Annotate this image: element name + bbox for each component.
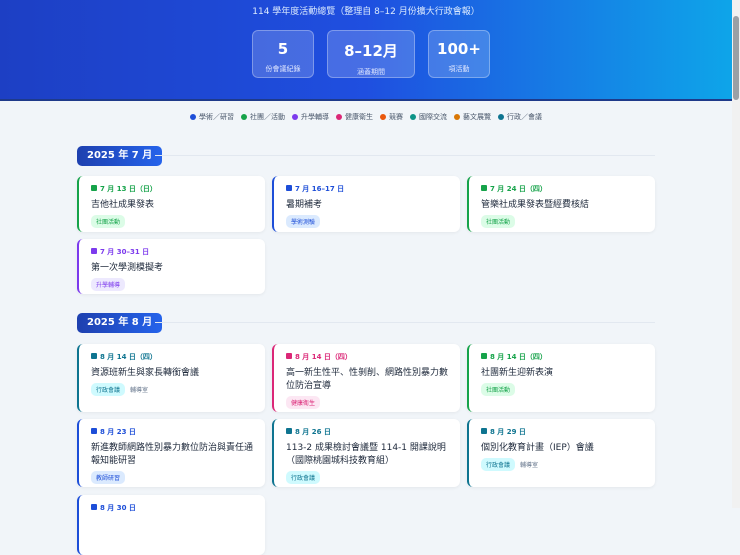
legend-label: 社團／活動 (250, 113, 285, 121)
calendar-icon (286, 428, 292, 434)
calendar-icon (91, 248, 97, 254)
category-tag: 行政會議 (286, 471, 321, 484)
page-title: 114 學年度活動總覽（整理自 8–12 月份擴大行政會報） (252, 7, 480, 17)
divider (155, 322, 655, 323)
stat-card: 8–12月涵蓋期間 (327, 30, 415, 78)
legend-dot-icon (336, 114, 342, 120)
event-date: 8 月 14 日（四） (100, 353, 157, 361)
legend-item: 行政／會議 (498, 112, 542, 122)
calendar-icon (91, 504, 97, 510)
event-date: 8 月 29 日 (490, 428, 526, 436)
legend-item: 競賽 (380, 112, 403, 122)
calendar-icon (481, 428, 487, 434)
event-title: 暑期補考 (286, 200, 323, 210)
event-date: 7 月 13 日（日） (100, 185, 157, 193)
stat-card: 100+ 項活動 (428, 30, 490, 78)
category-tag: 社團活動 (481, 215, 516, 228)
event-title: 第一次學測模擬考 (91, 263, 164, 273)
category-tag: 行政會議 (481, 458, 516, 471)
hero-banner: 114 學年度活動總覽（整理自 8–12 月份擴大行政會報） 5 份會議紀錄 8–1… (0, 0, 732, 101)
legend-label: 行政／會議 (507, 113, 542, 121)
legend-dot-icon (292, 114, 298, 120)
event-card[interactable]: 8 月 14 日（四） 社團新生迎新表演 社團活動 (467, 344, 655, 412)
scrollbar[interactable] (732, 0, 740, 508)
event-title: 新進教師網路性別暴力數位防治與責任通報知能研習 (91, 443, 254, 466)
legend-dot-icon (190, 114, 196, 120)
event-title: 個別化教育計畫（IEP）會議 (481, 443, 594, 453)
legend-dot-icon (454, 114, 460, 120)
calendar-icon (286, 353, 292, 359)
legend-label: 學術／研習 (199, 113, 234, 121)
legend-dot-icon (380, 114, 386, 120)
month-header: 2025 年 7 月 (77, 146, 163, 166)
stat-label: 涵蓋期間 (357, 68, 385, 76)
legend-item: 藝文展覽 (454, 112, 491, 122)
event-card[interactable]: 7 月 13 日（日） 吉他社成果發表 社團活動 (77, 176, 265, 232)
event-title: 社團新生迎新表演 (481, 368, 554, 378)
category-tag: 社團活動 (91, 215, 126, 228)
event-card[interactable]: 8 月 14 日（四） 高一新生性平、性剝削、網路性別暴力數位防治宣導 健康衛生 (272, 344, 460, 412)
month-header: 2025 年 8 月 (77, 313, 163, 333)
stat-label: 項活動 (448, 65, 470, 73)
legend-label: 國際交流 (419, 113, 447, 121)
event-title: 113-2 成果檢討會議暨 114-1 開課說明（國際桃園城科技教育組） (286, 443, 446, 466)
stats-row: 5 份會議紀錄 8–12月涵蓋期間 100+ 項活動 (252, 30, 490, 78)
event-card[interactable]: 7 月 16–17 日 暑期補考 學術測驗 (272, 176, 460, 232)
calendar-icon (91, 428, 97, 434)
legend-dot-icon (241, 114, 247, 120)
legend-dot-icon (498, 114, 504, 120)
event-date: 8 月 14 日（四） (295, 353, 352, 361)
event-date: 8 月 23 日 (100, 428, 136, 436)
category-tag: 行政會議 (91, 383, 126, 396)
legend-label: 升學輔導 (301, 113, 329, 121)
stat-card: 5 份會議紀錄 (252, 30, 314, 78)
legend-label: 競賽 (389, 113, 403, 121)
unit-label: 輔導室 (130, 387, 149, 394)
category-tag: 學術測驗 (286, 215, 321, 228)
event-title: 高一新生性平、性剝削、網路性別暴力數位防治宣導 (286, 368, 449, 391)
stat-value: 5 (277, 40, 289, 58)
legend-item: 健康衛生 (336, 112, 373, 122)
event-date: 8 月 30 日 (100, 504, 136, 512)
divider (155, 155, 655, 156)
legend-item: 國際交流 (410, 112, 447, 122)
stat-value: 8–12月 (344, 42, 398, 60)
calendar-icon (481, 353, 487, 359)
event-date: 7 月 24 日（四） (490, 185, 547, 193)
event-card[interactable]: 7 月 24 日（四） 管樂社成果發表暨經費核結 社團活動 (467, 176, 655, 232)
category-tag: 健康衛生 (286, 396, 321, 409)
stat-label: 份會議紀錄 (265, 65, 301, 73)
calendar-icon (91, 185, 97, 191)
category-tag: 教師研習 (91, 471, 126, 484)
event-card[interactable]: 8 月 26 日 113-2 成果檢討會議暨 114-1 開課說明（國際桃園城科… (272, 419, 460, 487)
legend-item: 升學輔導 (292, 112, 329, 122)
event-title: 管樂社成果發表暨經費核結 (481, 200, 590, 210)
unit-label: 輔導室 (520, 462, 539, 469)
category-legend: 學術／研習 社團／活動 升學輔導 健康衛生 競賽 國際交流 藝文展覽 行政／會議 (0, 112, 732, 122)
event-title: 資源班新生與家長轉銜會議 (91, 368, 200, 378)
calendar-icon (286, 185, 292, 191)
event-date: 7 月 16–17 日 (295, 185, 345, 193)
event-card[interactable]: 8 月 14 日（四） 資源班新生與家長轉銜會議 行政會議 輔導室 (77, 344, 265, 412)
event-title: 吉他社成果發表 (91, 200, 155, 210)
stat-value: 100+ (437, 40, 481, 58)
scrollbar-thumb[interactable] (733, 16, 739, 100)
legend-dot-icon (410, 114, 416, 120)
category-tag: 社團活動 (481, 383, 516, 396)
event-date: 7 月 30–31 日 (100, 248, 150, 256)
category-tag: 升學輔導 (91, 278, 126, 291)
legend-label: 健康衛生 (345, 113, 373, 121)
calendar-icon (481, 185, 487, 191)
legend-label: 藝文展覽 (463, 113, 491, 121)
event-card[interactable]: 8 月 29 日 個別化教育計畫（IEP）會議 行政會議 輔導室 (467, 419, 655, 487)
event-card[interactable]: 7 月 30–31 日 第一次學測模擬考 升學輔導 (77, 239, 265, 294)
event-date: 8 月 14 日（四） (490, 353, 547, 361)
event-date: 8 月 26 日 (295, 428, 331, 436)
legend-item: 社團／活動 (241, 112, 285, 122)
event-card[interactable]: 8 月 30 日 (77, 495, 265, 555)
calendar-icon (91, 353, 97, 359)
event-card[interactable]: 8 月 23 日 新進教師網路性別暴力數位防治與責任通報知能研習 教師研習 (77, 419, 265, 487)
legend-item: 學術／研習 (190, 112, 234, 122)
